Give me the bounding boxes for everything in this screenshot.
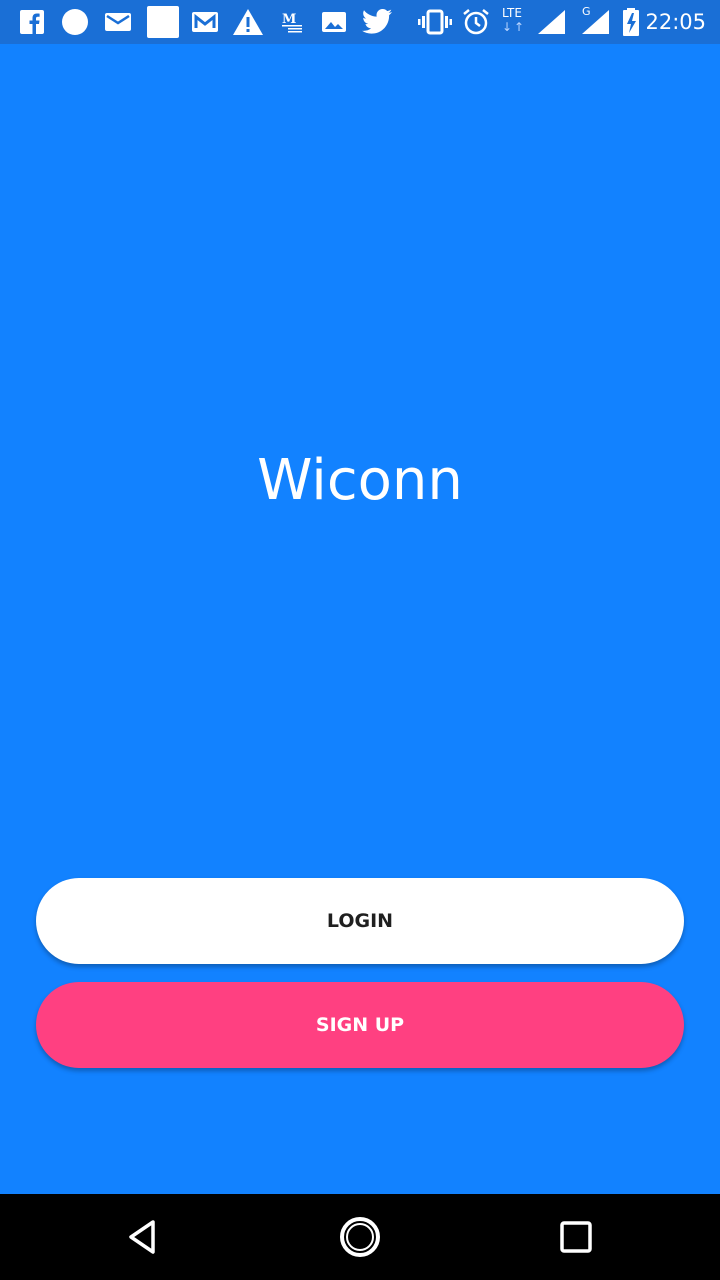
clock: 22:05 bbox=[645, 10, 706, 34]
email-icon bbox=[105, 13, 131, 31]
blank-square-icon bbox=[147, 6, 179, 38]
svg-text:M: M bbox=[282, 12, 296, 27]
vibrate-icon bbox=[418, 9, 452, 35]
warning-icon bbox=[233, 9, 263, 35]
back-icon[interactable] bbox=[121, 1214, 167, 1260]
status-bar: M LTE ↓↑ G 22:05 bbox=[0, 0, 720, 44]
network-type-label: LTE bbox=[502, 6, 522, 20]
alarm-icon bbox=[463, 9, 489, 35]
image-icon bbox=[322, 12, 346, 32]
app-title: Wiconn bbox=[257, 448, 463, 513]
facebook-icon bbox=[20, 10, 44, 34]
recents-icon[interactable] bbox=[553, 1214, 599, 1260]
home-icon[interactable] bbox=[337, 1214, 383, 1260]
circle-icon bbox=[62, 9, 88, 35]
signup-button-label: SIGN UP bbox=[315, 1014, 405, 1036]
data-activity-indicator: ↓↑ bbox=[502, 20, 527, 34]
signal-icon bbox=[582, 10, 609, 34]
navigation-bar bbox=[0, 1194, 720, 1280]
medium-icon: M bbox=[282, 12, 302, 33]
gmail-icon bbox=[192, 12, 218, 32]
login-button[interactable]: LOGIN bbox=[36, 878, 684, 964]
signup-button[interactable]: SIGN UP bbox=[36, 982, 684, 1068]
signal-icon bbox=[538, 10, 565, 34]
twitter-icon bbox=[362, 9, 392, 34]
battery-charging-icon bbox=[623, 8, 639, 36]
login-button-label: LOGIN bbox=[326, 910, 394, 932]
